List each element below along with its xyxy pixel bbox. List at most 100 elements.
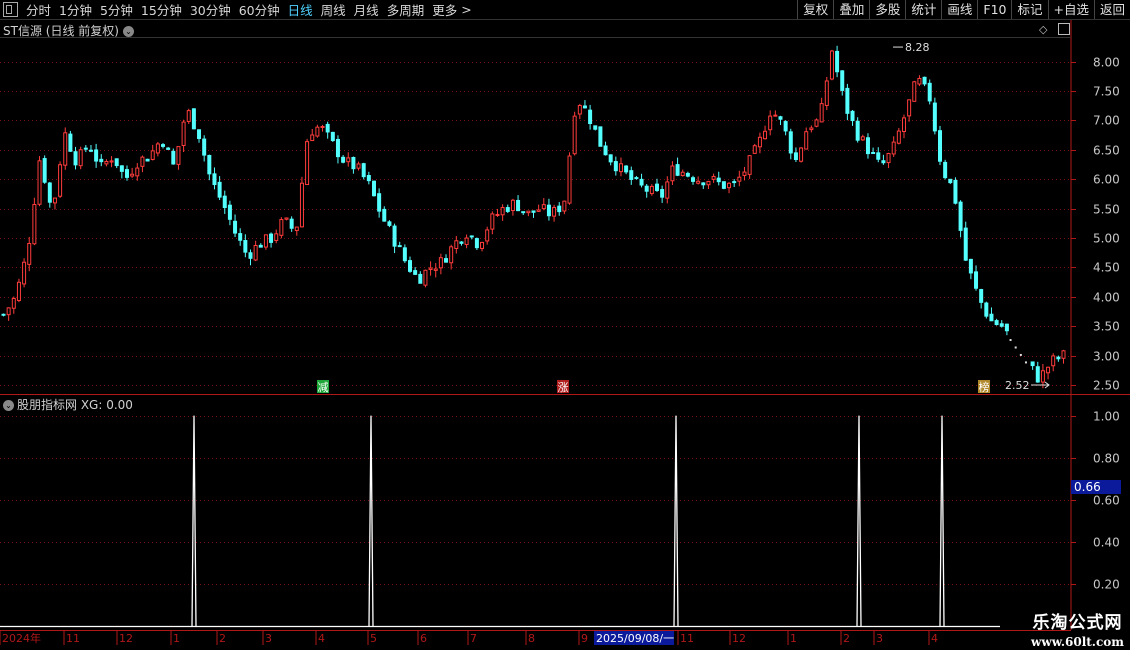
candle-gap-dot	[1014, 346, 1017, 349]
date-label: 6	[420, 632, 427, 645]
chevron-down-icon[interactable]: ⌄	[3, 400, 14, 411]
candle-body	[901, 117, 906, 133]
candle-body	[953, 179, 958, 204]
candle-body	[73, 151, 78, 166]
candle-body	[58, 164, 63, 197]
candle-body	[840, 70, 845, 91]
candle-body	[814, 119, 819, 127]
candle-body	[402, 247, 407, 262]
candle-body	[639, 178, 644, 186]
candle-body	[521, 211, 526, 214]
candle-body	[305, 141, 310, 186]
period-tab-5[interactable]: 60分钟	[235, 0, 284, 19]
candle-body	[757, 136, 762, 148]
period-tab-4[interactable]: 30分钟	[186, 0, 235, 19]
watermark: 乐淘公式网 www.60lt.com	[1031, 608, 1124, 649]
diamond-icon[interactable]: ◇	[1039, 23, 1047, 36]
period-tab-9[interactable]: 多周期	[383, 0, 429, 19]
candle-body	[469, 235, 474, 238]
candle-body	[161, 144, 166, 147]
price-tick-label: 3.50	[1093, 320, 1120, 334]
candle-body	[799, 147, 804, 162]
candle-body	[732, 181, 737, 184]
candle-body	[233, 220, 238, 234]
price-chart[interactable]: 8.00 7.50 7.00 6.50 6.00 5.50 5.00 4.50 4.00 3.50…	[0, 0, 1130, 650]
candle-body	[783, 121, 788, 132]
chevron-down-icon[interactable]: ⌄	[122, 26, 134, 37]
price-tick-label: 5.50	[1093, 203, 1120, 217]
candle-body	[567, 155, 572, 204]
candle-body	[552, 207, 557, 217]
candle-body	[685, 172, 690, 177]
toolbar-button-0[interactable]: 复权	[797, 0, 833, 19]
high-price-label: 8.28	[905, 41, 930, 54]
main-panel-title: ST信源 (日线 前复权) ⌄	[3, 22, 134, 39]
toolbar-right-buttons: 复权 叠加 多股 统计 画线 F10 标记 +自选 返回	[797, 0, 1130, 19]
period-tab-7[interactable]: 周线	[317, 0, 350, 19]
date-label: 5	[370, 632, 377, 645]
toolbar-button-2[interactable]: 多股	[869, 0, 905, 19]
candle-body	[850, 110, 855, 122]
candle-body	[408, 260, 413, 272]
current-value-badge	[1071, 480, 1121, 494]
candle-body	[860, 136, 865, 141]
period-tab-8[interactable]: 月线	[350, 0, 383, 19]
candle-body	[572, 115, 577, 155]
candle-body	[140, 156, 145, 167]
candle-body	[763, 130, 768, 140]
candle-body	[88, 149, 93, 152]
candle-body	[310, 134, 315, 142]
toolbar-button-8[interactable]: 返回	[1093, 0, 1130, 19]
candle-body	[474, 238, 479, 249]
period-tab-10[interactable]: 更多	[428, 0, 461, 19]
candle-body	[979, 289, 984, 303]
window-toggle-icon[interactable]	[3, 2, 18, 17]
toolbar-button-1[interactable]: 叠加	[833, 0, 869, 19]
candle-body	[1056, 356, 1061, 360]
date-label: 4	[931, 632, 938, 645]
toolbar-button-4[interactable]: 画线	[941, 0, 977, 19]
candle-body	[449, 246, 454, 264]
candle-body	[42, 158, 47, 183]
candle-body	[912, 81, 917, 102]
candle-body	[968, 258, 973, 274]
candle-body	[516, 199, 521, 212]
period-tab-1[interactable]: 1分钟	[55, 0, 96, 19]
candle-body	[536, 209, 541, 212]
toolbar-button-7[interactable]: +自选	[1047, 0, 1094, 19]
candle-body	[1061, 350, 1066, 359]
signal-spike	[191, 415, 197, 627]
signal-spike	[673, 415, 679, 627]
more-arrow-icon[interactable]: >	[461, 2, 475, 17]
indicator-tick-label: 0.60	[1093, 494, 1120, 508]
candle-body	[768, 115, 773, 131]
candle-body	[562, 200, 567, 212]
candle-body	[114, 158, 119, 167]
date-label: 3	[876, 632, 883, 645]
candle-body	[222, 195, 227, 209]
candle-body	[191, 108, 196, 130]
candle-body	[1004, 323, 1009, 332]
period-tab-6[interactable]: 日线	[284, 0, 317, 19]
panel-toggle-icon[interactable]	[1058, 23, 1070, 35]
candle-body	[371, 180, 376, 197]
period-tab-0[interactable]: 分时	[22, 0, 55, 19]
toolbar-button-3[interactable]: 统计	[905, 0, 941, 19]
period-toolbar: 分时 1分钟 5分钟 15分钟 30分钟 60分钟 日线 周线 月线 多周期 更多 > 复权 叠加 多股统…	[0, 0, 1130, 20]
candle-body	[351, 156, 356, 170]
candle-body	[387, 221, 392, 226]
price-tick-label: 6.50	[1093, 144, 1120, 158]
period-tab-3[interactable]: 15分钟	[137, 0, 186, 19]
date-label: 1	[790, 632, 797, 645]
candle-body	[958, 201, 963, 231]
candle-body	[845, 87, 850, 114]
toolbar-button-5[interactable]: F10	[977, 0, 1011, 19]
candle-body	[804, 131, 809, 150]
candle-body	[248, 252, 253, 259]
signal-spike	[368, 415, 374, 627]
candle-body	[433, 268, 438, 271]
toolbar-button-6[interactable]: 标记	[1011, 0, 1047, 19]
candle-body	[325, 123, 330, 133]
candle-body	[130, 173, 135, 177]
period-tab-2[interactable]: 5分钟	[96, 0, 137, 19]
